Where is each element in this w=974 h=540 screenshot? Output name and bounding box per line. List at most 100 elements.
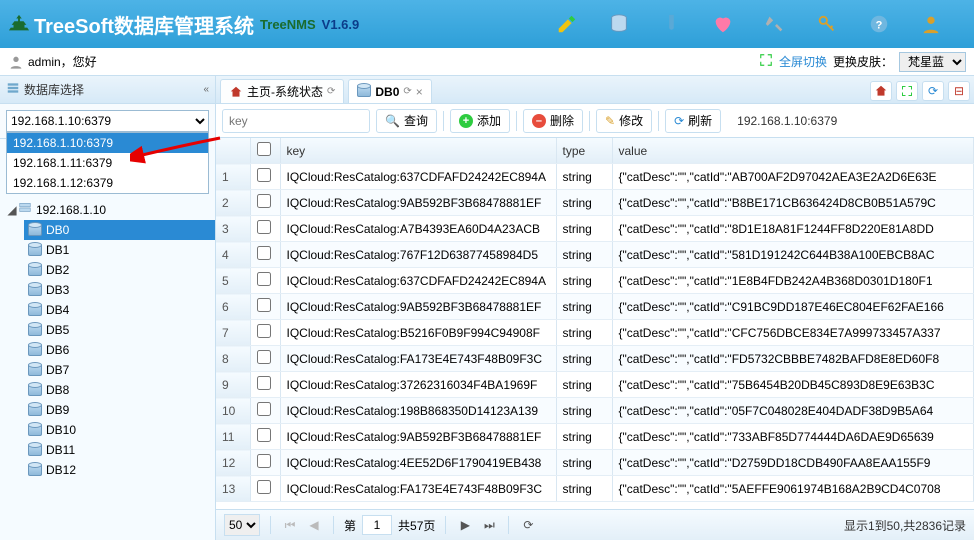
table-row[interactable]: 9IQCloud:ResCatalog:37262316034F4BA1969F… — [216, 372, 974, 398]
tree-db-node[interactable]: DB9 — [24, 400, 215, 420]
pager-summary: 显示1到50,共2836记录 — [844, 517, 966, 534]
tree-db-node[interactable]: DB5 — [24, 320, 215, 340]
add-button[interactable]: +添加 — [450, 109, 510, 133]
query-button[interactable]: 🔍查询 — [376, 109, 437, 133]
tree-db-label: DB7 — [46, 363, 69, 377]
row-checkbox[interactable] — [257, 324, 271, 338]
row-checkbox[interactable] — [257, 298, 271, 312]
tab-db0-label: DB0 — [375, 85, 399, 99]
cell-type: string — [556, 450, 612, 476]
table-row[interactable]: 12IQCloud:ResCatalog:4EE52D6F1790419EB43… — [216, 450, 974, 476]
tab-refresh-icon[interactable]: ⟳ — [403, 86, 411, 97]
tab-home[interactable]: 主页-系统状态 ⟳ — [220, 79, 344, 103]
table-row[interactable]: 5IQCloud:ResCatalog:637CDFAFD24242EC894A… — [216, 268, 974, 294]
tree-db-label: DB12 — [46, 463, 76, 477]
select-all-checkbox[interactable] — [257, 142, 271, 156]
tree-db-node[interactable]: DB3 — [24, 280, 215, 300]
tree-db-node[interactable]: DB2 — [24, 260, 215, 280]
tab-close-icon[interactable]: × — [416, 85, 423, 99]
separator — [516, 111, 517, 131]
edit-label: 修改 — [619, 112, 643, 129]
connection-select[interactable]: 192.168.1.10:6379 — [6, 110, 209, 132]
row-checkbox[interactable] — [257, 350, 271, 364]
last-page-icon[interactable]: ⏭ — [480, 518, 498, 533]
tree-db-node[interactable]: DB12 — [24, 460, 215, 480]
row-checkbox[interactable] — [257, 480, 271, 494]
search-input[interactable] — [222, 109, 370, 133]
row-checkbox[interactable] — [257, 376, 271, 390]
table-row[interactable]: 6IQCloud:ResCatalog:9AB592BF3B68478881EF… — [216, 294, 974, 320]
tree-expand-icon[interactable]: ◢ — [6, 203, 18, 217]
refresh-button[interactable]: ⟳刷新 — [665, 109, 721, 133]
row-checkbox[interactable] — [257, 246, 271, 260]
dropdown-option[interactable]: 192.168.1.10:6379 — [7, 133, 208, 153]
tool-help-icon[interactable]: ? — [862, 7, 896, 41]
tabtool-refresh-icon[interactable]: ⟳ — [922, 81, 944, 101]
row-checkbox[interactable] — [257, 194, 271, 208]
tool-user-icon[interactable] — [914, 7, 948, 41]
cell-type: string — [556, 190, 612, 216]
reload-page-icon[interactable]: ⟳ — [519, 518, 537, 532]
table-row[interactable]: 3IQCloud:ResCatalog:A7B4393EA60D4A23ACBs… — [216, 216, 974, 242]
tool-key-icon[interactable] — [810, 7, 844, 41]
separator — [333, 516, 334, 534]
row-checkbox[interactable] — [257, 272, 271, 286]
tree-root-node[interactable]: ◢ 192.168.1.10 — [0, 199, 215, 220]
table-row[interactable]: 10IQCloud:ResCatalog:198B868350D14123A13… — [216, 398, 974, 424]
row-checkbox[interactable] — [257, 454, 271, 468]
tab-refresh-icon[interactable]: ⟳ — [327, 86, 335, 97]
tab-db0[interactable]: DB0 ⟳ × — [348, 79, 431, 103]
tree-db-node[interactable]: DB8 — [24, 380, 215, 400]
col-type[interactable]: type — [556, 138, 612, 164]
col-value[interactable]: value — [612, 138, 974, 164]
skin-select[interactable]: 梵星蓝 — [899, 52, 966, 72]
tree-db-node[interactable]: DB1 — [24, 240, 215, 260]
connection-dropdown: 192.168.1.10:6379192.168.1.11:6379192.16… — [6, 132, 209, 194]
db-icon — [28, 244, 42, 256]
db-icon — [28, 304, 42, 316]
tabtool-close-icon[interactable]: ⊟ — [948, 81, 970, 101]
row-checkbox[interactable] — [257, 428, 271, 442]
tree-db-node[interactable]: DB0 — [24, 220, 215, 240]
tree-db-node[interactable]: DB6 — [24, 340, 215, 360]
tree-db-node[interactable]: DB11 — [24, 440, 215, 460]
prev-page-icon[interactable]: ◀ — [305, 518, 323, 532]
row-checkbox[interactable] — [257, 168, 271, 182]
delete-button[interactable]: –删除 — [523, 109, 583, 133]
tree-db-node[interactable]: DB10 — [24, 420, 215, 440]
tool-tag-icon[interactable] — [654, 7, 688, 41]
table-row[interactable]: 2IQCloud:ResCatalog:9AB592BF3B68478881EF… — [216, 190, 974, 216]
tabtool-home-icon[interactable] — [870, 81, 892, 101]
dropdown-option[interactable]: 192.168.1.11:6379 — [7, 153, 208, 173]
table-row[interactable]: 11IQCloud:ResCatalog:9AB592BF3B68478881E… — [216, 424, 974, 450]
separator — [589, 111, 590, 131]
table-row[interactable]: 13IQCloud:ResCatalog:FA173E4E743F48B09F3… — [216, 476, 974, 502]
tool-settings-icon[interactable] — [758, 7, 792, 41]
table-row[interactable]: 4IQCloud:ResCatalog:767F12D63877458984D5… — [216, 242, 974, 268]
tree-db-node[interactable]: DB4 — [24, 300, 215, 320]
fullscreen-icon[interactable] — [759, 53, 773, 70]
fullscreen-link[interactable]: 全屏切换 — [779, 53, 827, 70]
query-label: 查询 — [404, 112, 428, 129]
row-index: 2 — [216, 190, 250, 216]
row-checkbox[interactable] — [257, 220, 271, 234]
tool-heart-icon[interactable] — [706, 7, 740, 41]
cell-type: string — [556, 346, 612, 372]
tool-edit-icon[interactable] — [550, 7, 584, 41]
db-icon — [28, 224, 42, 236]
tool-database-icon[interactable] — [602, 7, 636, 41]
tree-db-node[interactable]: DB7 — [24, 360, 215, 380]
col-key[interactable]: key — [280, 138, 556, 164]
table-row[interactable]: 7IQCloud:ResCatalog:B5216F0B9F994C94908F… — [216, 320, 974, 346]
first-page-icon[interactable]: ⏮ — [281, 518, 299, 533]
page-input[interactable] — [362, 515, 392, 535]
table-row[interactable]: 1IQCloud:ResCatalog:637CDFAFD24242EC894A… — [216, 164, 974, 190]
collapse-icon[interactable]: « — [203, 84, 209, 95]
page-size-select[interactable]: 50 — [224, 514, 260, 536]
tabtool-fullscreen-icon[interactable] — [896, 81, 918, 101]
edit-button[interactable]: ✎修改 — [596, 109, 652, 133]
row-checkbox[interactable] — [257, 402, 271, 416]
dropdown-option[interactable]: 192.168.1.12:6379 — [7, 173, 208, 193]
next-page-icon[interactable]: ▶ — [456, 518, 474, 532]
table-row[interactable]: 8IQCloud:ResCatalog:FA173E4E743F48B09F3C… — [216, 346, 974, 372]
